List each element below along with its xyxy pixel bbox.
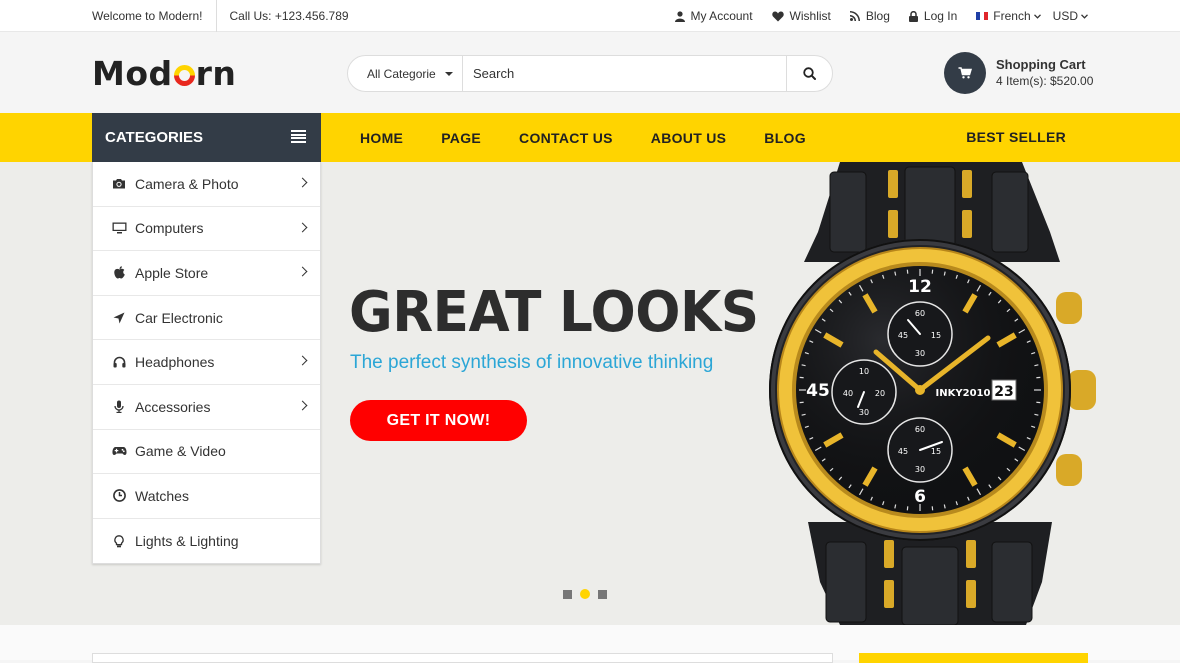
currency-selector[interactable]: USD — [1053, 9, 1088, 23]
wishlist-link[interactable]: Wishlist — [772, 9, 831, 23]
search-input[interactable] — [463, 56, 786, 91]
sidebar-item-lights-lighting[interactable]: Lights & Lighting — [93, 519, 320, 564]
svg-text:20: 20 — [875, 389, 885, 398]
chevron-down-icon — [1081, 14, 1088, 19]
sidebar-item-apple-store[interactable]: Apple Store — [93, 251, 320, 296]
sidebar-item-car-electronic[interactable]: Car Electronic — [93, 296, 320, 341]
gamepad-icon — [112, 446, 127, 456]
site-logo[interactable]: Modrn — [92, 54, 236, 93]
chevron-right-icon — [298, 267, 308, 277]
headphones-icon — [113, 356, 126, 368]
logo-o-mark — [174, 65, 195, 86]
monitor-icon — [112, 222, 127, 234]
french-flag-icon — [976, 12, 988, 20]
header: Modrn All Categorie Shopping Cart 4 Item… — [0, 32, 1180, 113]
svg-text:15: 15 — [931, 447, 941, 456]
lightbulb-icon — [114, 535, 124, 548]
svg-text:30: 30 — [915, 465, 925, 474]
cart-button[interactable] — [944, 52, 986, 94]
chevron-right-icon — [298, 401, 308, 411]
slider-dot-3[interactable] — [598, 590, 607, 599]
categories-toggle[interactable]: CATEGORIES — [92, 113, 321, 162]
nav-page[interactable]: PAGE — [441, 130, 481, 146]
slider-dot-2[interactable] — [580, 589, 590, 599]
my-account-link[interactable]: My Account — [675, 9, 753, 23]
svg-text:23: 23 — [994, 384, 1013, 400]
chevron-down-icon — [1034, 14, 1041, 19]
hamburger-icon — [291, 130, 306, 143]
nav-blog[interactable]: BLOG — [764, 130, 806, 146]
cart-summary: 4 Item(s): $520.00 — [996, 73, 1093, 89]
search-button[interactable] — [786, 56, 832, 91]
hero-tagline: The perfect synthesis of innovative thin… — [350, 352, 713, 374]
welcome-text: Welcome to Modern! — [92, 0, 217, 32]
svg-text:INKY2010: INKY2010 — [936, 388, 991, 399]
cart-title: Shopping Cart — [996, 57, 1093, 73]
get-it-now-button[interactable]: GET IT NOW! — [350, 400, 527, 441]
camera-icon — [112, 178, 126, 189]
cart-icon — [958, 67, 972, 79]
nav-home[interactable]: HOME — [360, 130, 403, 146]
microphone-icon — [114, 400, 124, 413]
sidebar-item-headphones[interactable]: Headphones — [93, 340, 320, 385]
svg-text:15: 15 — [931, 331, 941, 340]
nav-about-us[interactable]: ABOUT US — [651, 130, 727, 146]
svg-text:45: 45 — [806, 381, 830, 401]
svg-text:12: 12 — [908, 277, 932, 297]
category-menu: Camera & Photo Computers Apple Store Car… — [92, 162, 321, 564]
main-menu: HOME PAGE CONTACT US ABOUT US BLOG — [341, 113, 825, 162]
svg-text:60: 60 — [915, 309, 925, 318]
location-arrow-icon — [113, 312, 125, 324]
side-section-box — [859, 653, 1088, 663]
search-icon — [803, 67, 816, 80]
heart-icon — [772, 11, 784, 22]
sidebar-item-computers[interactable]: Computers — [93, 207, 320, 252]
sidebar-item-camera-photo[interactable]: Camera & Photo — [93, 162, 320, 207]
login-link[interactable]: Log In — [909, 9, 957, 23]
user-icon — [675, 11, 685, 22]
clock-icon — [113, 489, 126, 502]
svg-text:45: 45 — [898, 331, 908, 340]
search-bar: All Categorie — [347, 55, 833, 92]
nav-best-seller[interactable]: BEST SELLER — [966, 113, 1066, 162]
search-category-select[interactable]: All Categorie — [348, 56, 463, 91]
svg-text:30: 30 — [915, 349, 925, 358]
svg-text:30: 30 — [859, 408, 869, 417]
slider-pagination — [563, 589, 607, 599]
chevron-right-icon — [298, 356, 308, 366]
product-section-box — [92, 653, 833, 663]
chevron-right-icon — [298, 178, 308, 188]
main-nav: CATEGORIES HOME PAGE CONTACT US ABOUT US… — [0, 113, 1180, 162]
shopping-cart[interactable]: Shopping Cart 4 Item(s): $520.00 — [944, 52, 1093, 94]
sidebar-item-game-video[interactable]: Game & Video — [93, 430, 320, 475]
language-selector[interactable]: French — [976, 9, 1040, 23]
top-bar: Welcome to Modern! Call Us: +123.456.789… — [0, 0, 1180, 32]
nav-contact-us[interactable]: CONTACT US — [519, 130, 613, 146]
rss-icon — [850, 11, 860, 21]
blog-link[interactable]: Blog — [850, 9, 890, 23]
svg-text:45: 45 — [898, 447, 908, 456]
slider-dot-1[interactable] — [563, 590, 572, 599]
sidebar-item-accessories[interactable]: Accessories — [93, 385, 320, 430]
apple-icon — [114, 266, 125, 279]
chevron-right-icon — [298, 222, 308, 232]
lock-icon — [909, 11, 918, 22]
caret-down-icon — [445, 72, 453, 76]
svg-text:10: 10 — [859, 367, 869, 376]
phone-text: Call Us: +123.456.789 — [217, 9, 349, 23]
content-below-fold — [0, 625, 1180, 660]
svg-text:60: 60 — [915, 425, 925, 434]
svg-text:40: 40 — [843, 389, 853, 398]
svg-text:6: 6 — [914, 487, 926, 507]
sidebar-item-watches[interactable]: Watches — [93, 474, 320, 519]
watch-image: 12 6 45 60 15 30 45 10 20 30 40 60 15 30 45 INKY2… — [760, 162, 1100, 625]
hero-headline: GREAT LOOKS — [349, 280, 759, 345]
